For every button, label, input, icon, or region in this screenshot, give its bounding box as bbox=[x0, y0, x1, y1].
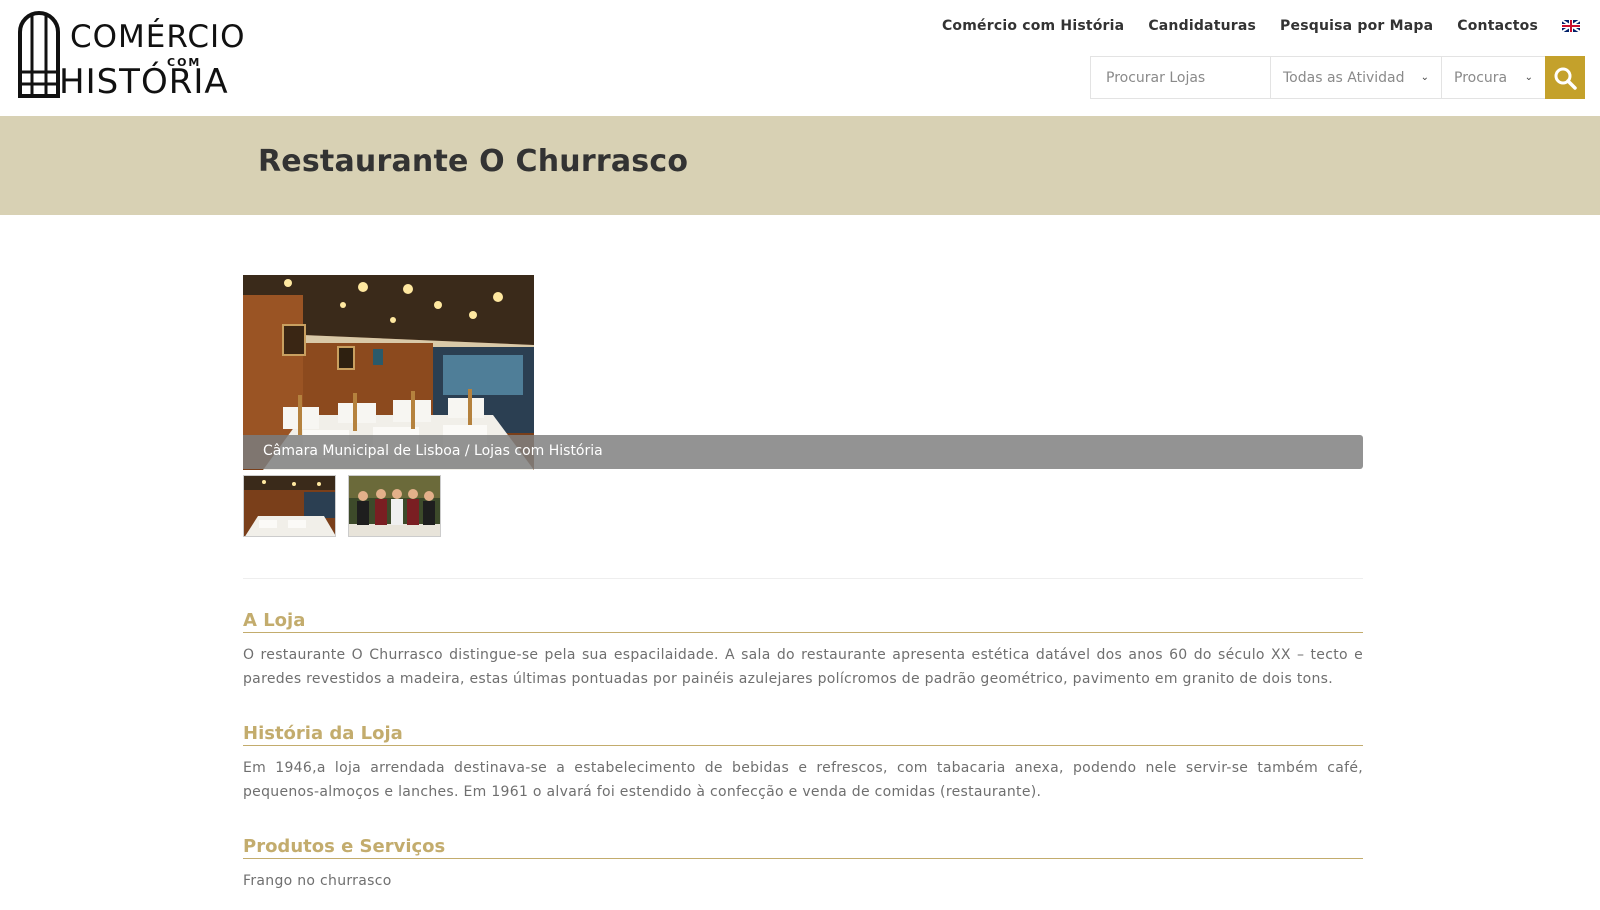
site-header: COMÉRCIO COM HISTÓRIA Comércio com Histó… bbox=[0, 0, 1600, 116]
logo-text-comercio: COMÉRCIO bbox=[70, 19, 246, 55]
thumbnail-strip bbox=[243, 475, 441, 537]
activity-select-value: Todas as Atividad bbox=[1283, 69, 1405, 86]
thumbnail-interior[interactable] bbox=[243, 475, 336, 537]
photo-caption-text: Câmara Municipal de Lisboa / Lojas com H… bbox=[263, 443, 603, 459]
content-divider bbox=[243, 578, 1363, 579]
section-text: O restaurante O Churrasco distingue-se p… bbox=[243, 647, 1363, 687]
activity-select[interactable]: Todas as Atividad ⌄ bbox=[1270, 56, 1441, 99]
main-nav: Comércio com História Candidaturas Pesqu… bbox=[942, 18, 1580, 34]
section-heading: História da Loja bbox=[243, 723, 1363, 746]
chevron-down-icon: ⌄ bbox=[1524, 72, 1533, 83]
uk-flag-icon[interactable] bbox=[1562, 20, 1580, 32]
nav-pesquisa-por-mapa[interactable]: Pesquisa por Mapa bbox=[1280, 18, 1433, 34]
page-title: Restaurante O Churrasco bbox=[258, 144, 689, 179]
chevron-down-icon: ⌄ bbox=[1420, 72, 1429, 83]
section-text: Frango no churrasco bbox=[243, 873, 392, 889]
logo-text-historia: HISTÓRIA bbox=[59, 62, 229, 102]
page-title-band: Restaurante O Churrasco bbox=[0, 116, 1600, 215]
site-logo[interactable]: COMÉRCIO COM HISTÓRIA bbox=[17, 10, 252, 102]
store-search-bar: Todas as Atividad ⌄ Procura ⌄ bbox=[1090, 56, 1585, 99]
section-historia-da-loja: História da Loja Em 1946,a loja arrendad… bbox=[243, 723, 1363, 804]
section-a-loja: A Loja O restaurante O Churrasco disting… bbox=[243, 610, 1363, 691]
thumbnail-staff[interactable] bbox=[348, 475, 441, 537]
section-heading: A Loja bbox=[243, 610, 1363, 633]
section-heading: Produtos e Serviços bbox=[243, 836, 1363, 859]
nav-contactos[interactable]: Contactos bbox=[1457, 18, 1538, 34]
door-logo-icon bbox=[18, 11, 60, 98]
search-icon bbox=[1554, 67, 1577, 90]
section-text: Em 1946,a loja arrendada destinava-se a … bbox=[243, 760, 1363, 800]
photo-caption: Câmara Municipal de Lisboa / Lojas com H… bbox=[243, 435, 1363, 469]
location-select[interactable]: Procura ⌄ bbox=[1441, 56, 1545, 99]
nav-candidaturas[interactable]: Candidaturas bbox=[1148, 18, 1256, 34]
search-input[interactable] bbox=[1090, 56, 1270, 99]
nav-comercio-com-historia[interactable]: Comércio com História bbox=[942, 18, 1124, 34]
search-button[interactable] bbox=[1545, 56, 1585, 99]
photo-gallery: Câmara Municipal de Lisboa / Lojas com H… bbox=[243, 275, 1363, 470]
section-produtos-e-servicos: Produtos e Serviços Frango no churrasco bbox=[243, 836, 1363, 893]
location-select-value: Procura bbox=[1454, 69, 1508, 86]
